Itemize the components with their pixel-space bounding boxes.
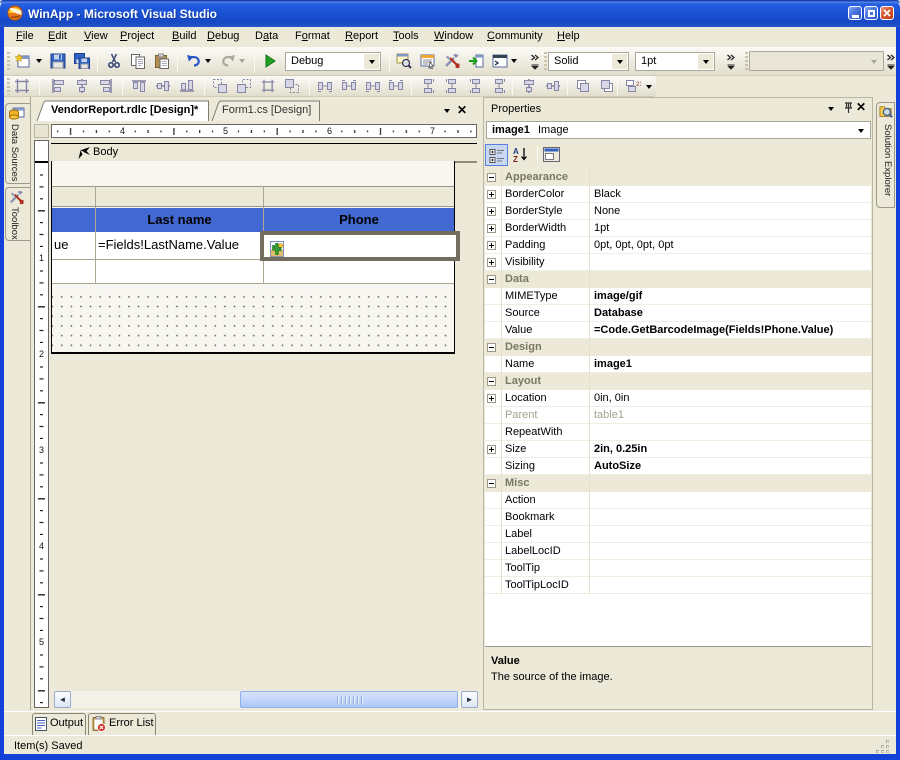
svg-text:Z: Z bbox=[513, 155, 518, 164]
